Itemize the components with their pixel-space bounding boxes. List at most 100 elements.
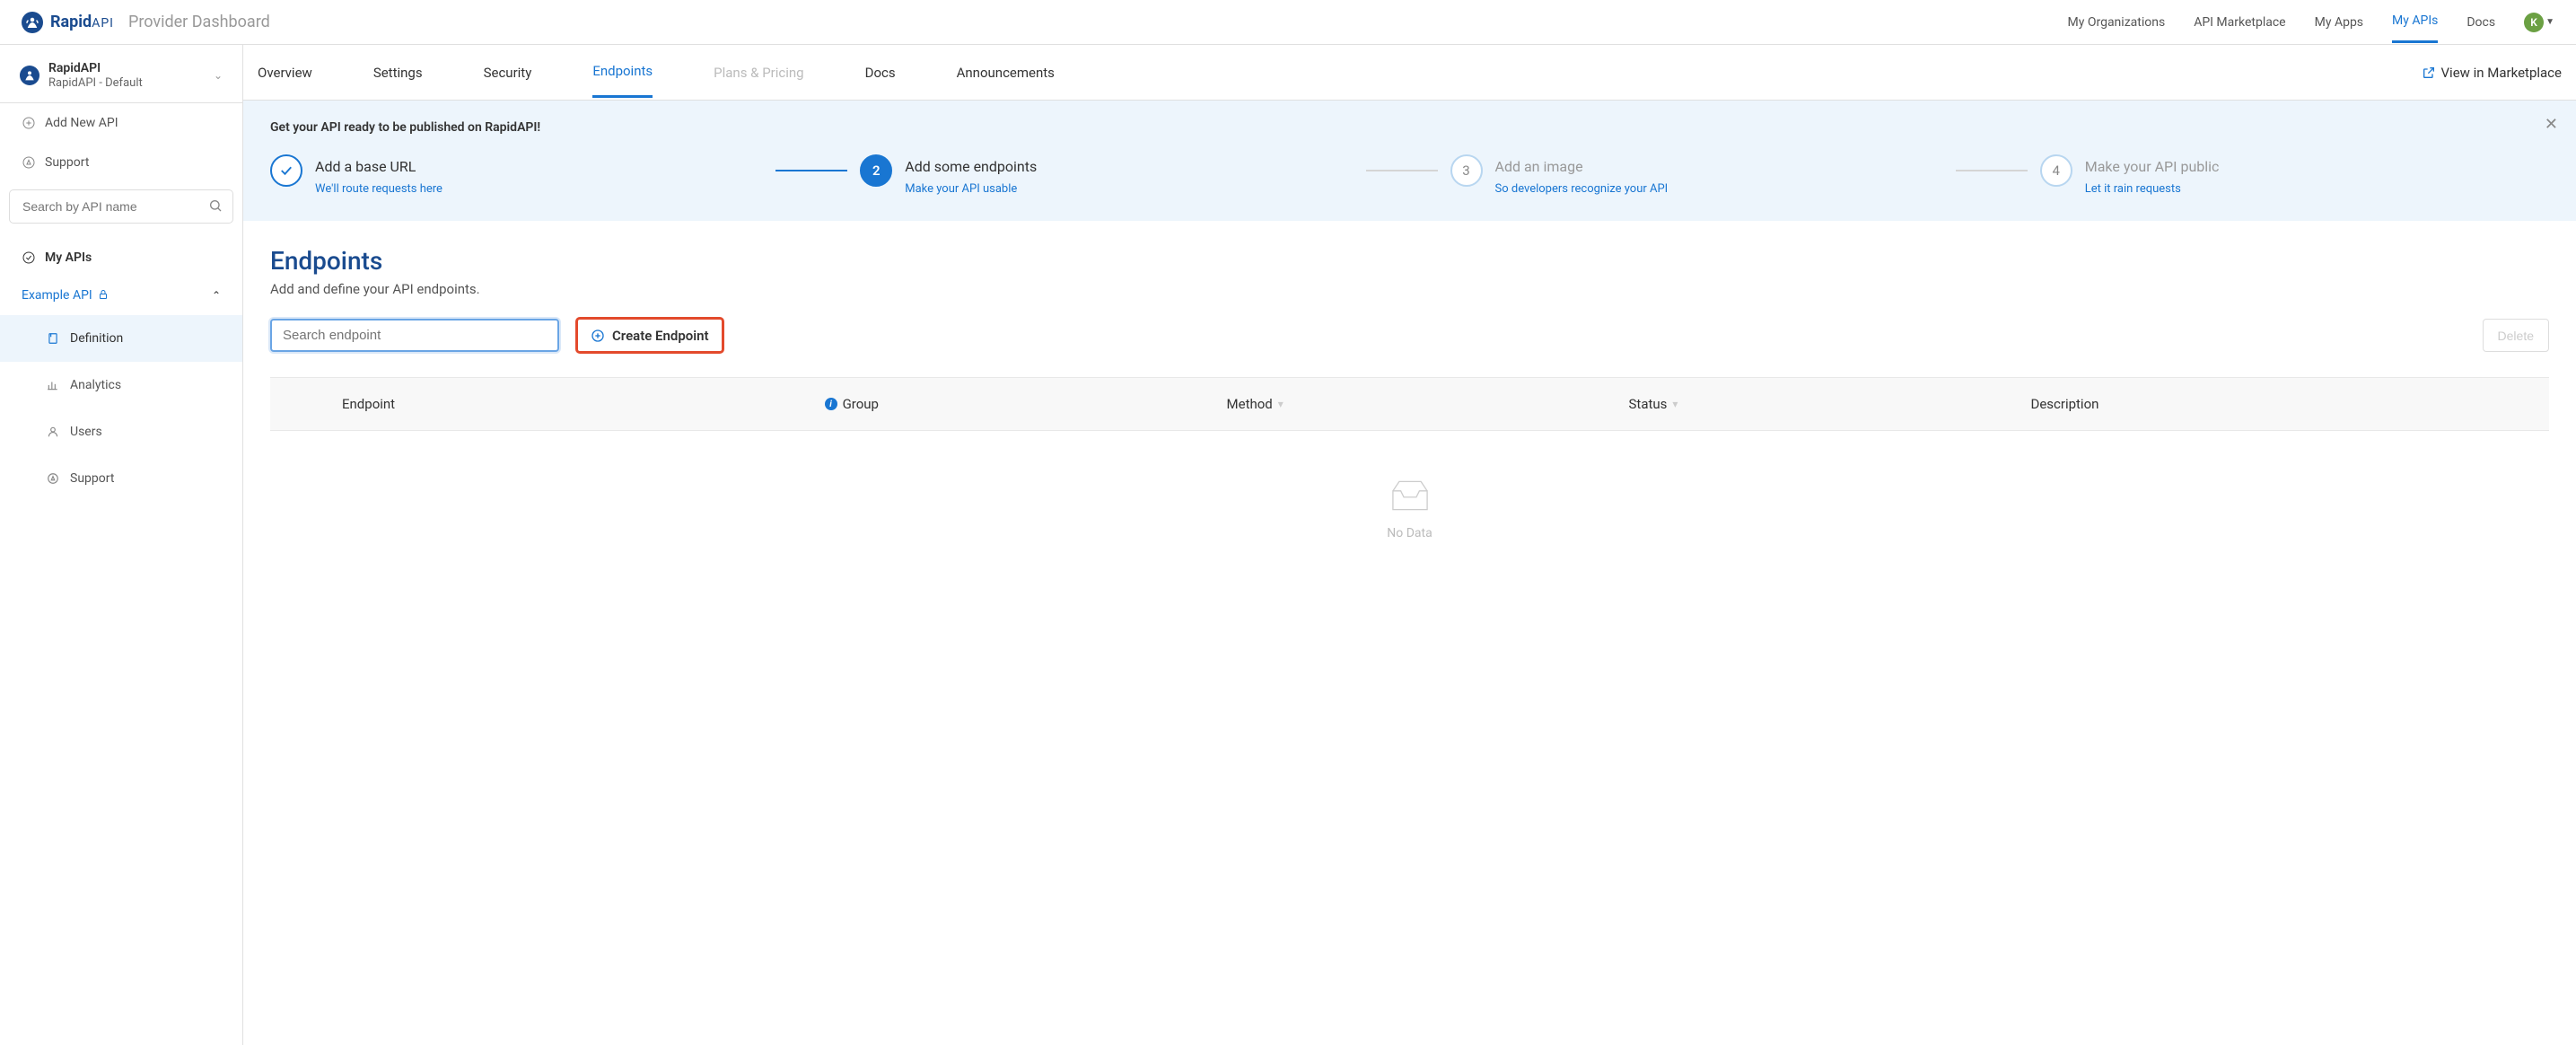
tabbar: Overview Settings Security Endpoints Pla… [243, 45, 2576, 101]
sub-label: Analytics [70, 378, 121, 392]
sub-label: Support [70, 471, 114, 486]
endpoints-section: Endpoints Add and define your API endpoi… [243, 221, 2576, 575]
create-label: Create Endpoint [612, 328, 709, 344]
step-3: 3 Add an image So developers recognize y… [1450, 154, 1959, 196]
chevron-up-icon: ⌃ [212, 289, 221, 302]
sidebar-search [9, 189, 233, 224]
step-1: Add a base URL We'll route requests here [270, 154, 779, 196]
col-endpoint[interactable]: Endpoint [306, 396, 825, 412]
check-circle-icon [22, 250, 36, 265]
sidebar-support-top[interactable]: Support [0, 143, 242, 182]
tab-plans-pricing[interactable]: Plans & Pricing [714, 48, 803, 97]
banner-heading: Get your API ready to be published on Ra… [270, 120, 2549, 135]
endpoints-title: Endpoints [270, 246, 2549, 276]
api-name: Example API [22, 288, 92, 303]
dashboard-title: Provider Dashboard [128, 13, 270, 31]
chart-icon [47, 379, 59, 391]
plus-circle-icon [591, 329, 605, 343]
tab-endpoints[interactable]: Endpoints [592, 47, 653, 98]
chevron-down-icon: ▼ [2545, 17, 2554, 27]
nav-docs[interactable]: Docs [2466, 3, 2495, 42]
top-nav-right: My Organizations API Marketplace My Apps… [2068, 1, 2554, 43]
org-title: RapidAPI [48, 61, 143, 76]
compass-icon [47, 472, 59, 485]
external-link-icon [2422, 66, 2436, 80]
step-circle: 4 [2040, 154, 2072, 187]
getting-started-banner: Get your API ready to be published on Ra… [243, 101, 2576, 221]
step-circle-done [270, 154, 302, 187]
api-tree-item[interactable]: Example API ⌃ [0, 276, 242, 315]
avatar: K [2524, 13, 2544, 32]
lock-icon [98, 289, 109, 303]
nav-my-organizations[interactable]: My Organizations [2068, 3, 2166, 42]
delete-button[interactable]: Delete [2483, 319, 2549, 352]
my-apis-label: My APIs [45, 250, 92, 265]
view-in-marketplace[interactable]: View in Marketplace [2422, 65, 2563, 81]
step-circle: 3 [1450, 154, 1483, 187]
org-selector[interactable]: RapidAPI RapidAPI - Default ⌄ [0, 57, 242, 103]
user-menu[interactable]: K ▼ [2524, 13, 2554, 32]
sidebar: RapidAPI RapidAPI - Default ⌄ Add New AP… [0, 45, 243, 1045]
empty-text: No Data [270, 526, 2549, 540]
table-header: Endpoint i Group Method ▾ Status ▾ Descr… [270, 378, 2549, 430]
step-connector [1366, 170, 1438, 171]
col-description[interactable]: Description [2030, 396, 2513, 412]
step-4: 4 Make your API public Let it rain reque… [2040, 154, 2549, 196]
check-icon [278, 162, 294, 179]
step-sub[interactable]: Let it rain requests [2085, 182, 2220, 196]
nav-my-apps[interactable]: My Apps [2315, 3, 2363, 42]
org-icon [20, 66, 39, 85]
step-title: Add some endpoints [905, 158, 1037, 175]
main-content: Overview Settings Security Endpoints Pla… [243, 45, 2576, 1045]
tab-overview[interactable]: Overview [258, 48, 312, 97]
sidebar-sub-support[interactable]: Support [0, 455, 242, 502]
tab-announcements[interactable]: Announcements [957, 48, 1055, 97]
nav-my-apis[interactable]: My APIs [2392, 1, 2438, 43]
tab-security[interactable]: Security [484, 48, 532, 97]
plus-circle-icon [22, 116, 36, 130]
endpoints-table: Endpoint i Group Method ▾ Status ▾ Descr… [270, 377, 2549, 431]
top-nav: RapidAPI Provider Dashboard My Organizat… [0, 0, 2576, 45]
logo-icon [22, 12, 43, 33]
tab-docs[interactable]: Docs [865, 48, 896, 97]
step-title: Add a base URL [315, 158, 442, 175]
filter-icon[interactable]: ▾ [1278, 398, 1284, 410]
add-api-label: Add New API [45, 116, 118, 130]
brand-block[interactable]: RapidAPI Provider Dashboard [22, 12, 270, 33]
inbox-icon [1387, 476, 1433, 515]
step-connector [775, 170, 847, 171]
brand-text: RapidAPI [50, 13, 114, 31]
sidebar-sub-users[interactable]: Users [0, 408, 242, 455]
sub-label: Users [70, 425, 102, 439]
search-icon [208, 198, 223, 216]
step-sub[interactable]: We'll route requests here [315, 182, 442, 196]
step-title: Make your API public [2085, 158, 2220, 175]
col-method[interactable]: Method ▾ [1227, 396, 1629, 412]
sidebar-sub-analytics[interactable]: Analytics [0, 362, 242, 408]
info-icon: i [825, 398, 837, 410]
col-group[interactable]: i Group [825, 396, 1227, 412]
org-subtitle: RapidAPI - Default [48, 76, 143, 91]
my-apis-section: My APIs [0, 240, 242, 276]
col-status[interactable]: Status ▾ [1629, 396, 2031, 412]
step-2: 2 Add some endpoints Make your API usabl… [860, 154, 1369, 196]
step-sub[interactable]: Make your API usable [905, 182, 1037, 196]
step-circle-current: 2 [860, 154, 892, 187]
step-title: Add an image [1495, 158, 1669, 175]
tab-settings[interactable]: Settings [373, 48, 423, 97]
step-connector [1956, 170, 2028, 171]
nav-api-marketplace[interactable]: API Marketplace [2194, 3, 2285, 42]
sidebar-search-input[interactable] [9, 189, 233, 224]
create-endpoint-button[interactable]: Create Endpoint [575, 317, 724, 354]
sidebar-sub-definition[interactable]: Definition [0, 315, 242, 362]
document-icon [47, 332, 59, 345]
empty-state: No Data [270, 431, 2549, 549]
add-new-api[interactable]: Add New API [0, 103, 242, 143]
step-sub[interactable]: So developers recognize your API [1495, 182, 1669, 196]
chevron-down-icon: ⌄ [214, 69, 223, 82]
sub-label: Definition [70, 331, 123, 346]
endpoint-search-input[interactable] [270, 319, 559, 352]
view-mkt-label: View in Marketplace [2441, 65, 2563, 81]
close-icon[interactable]: ✕ [2545, 115, 2558, 134]
filter-icon[interactable]: ▾ [1672, 398, 1678, 410]
